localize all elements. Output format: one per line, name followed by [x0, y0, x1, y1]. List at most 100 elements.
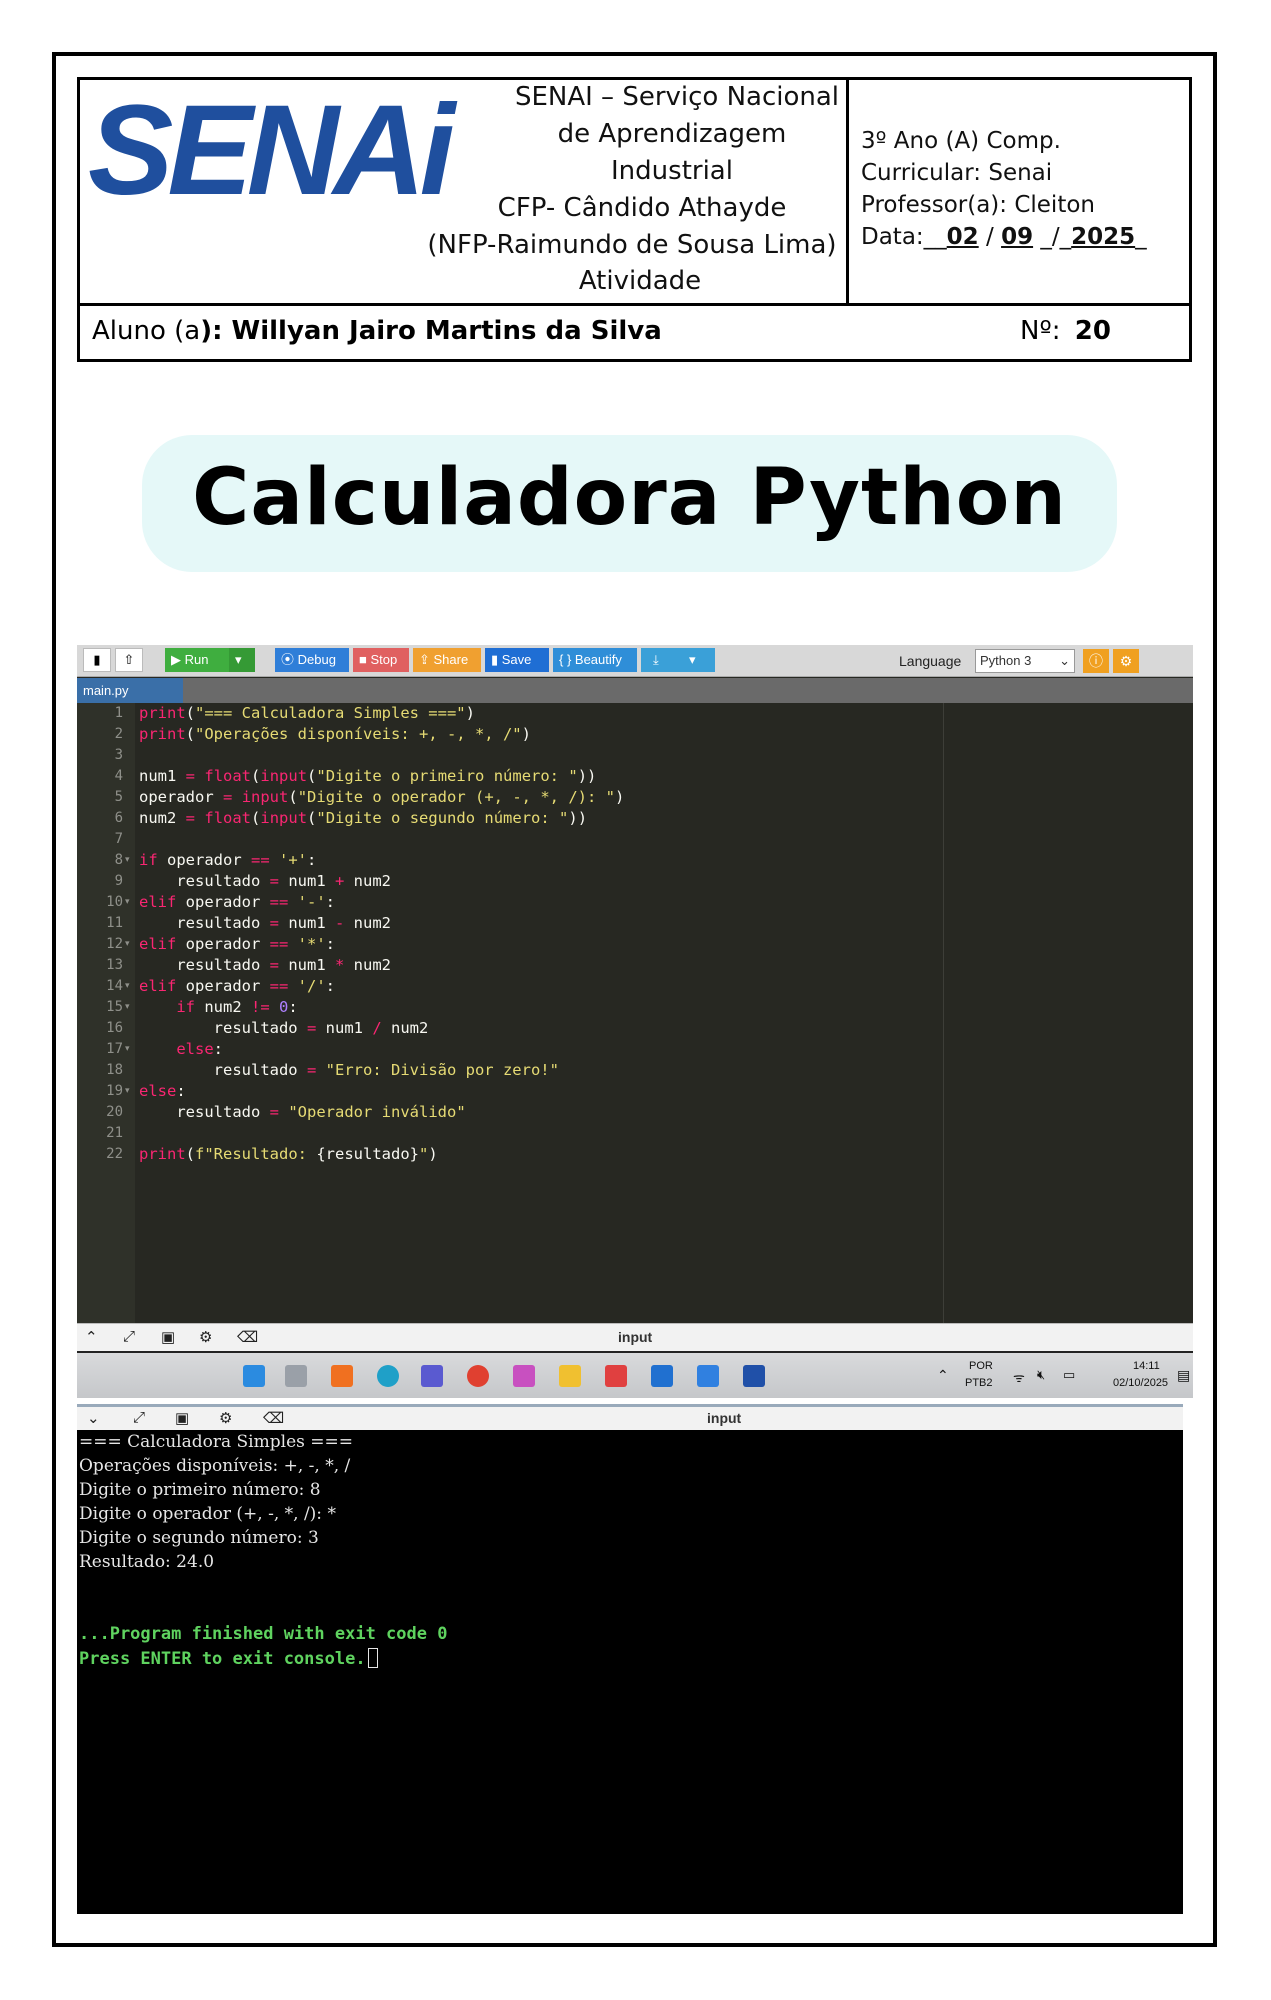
- battery-icon[interactable]: ▭: [1063, 1367, 1075, 1383]
- pdf-icon[interactable]: [605, 1365, 627, 1387]
- save-button[interactable]: ▮ Save: [485, 648, 549, 672]
- code-line: resultado = "Erro: Divisão por zero!": [139, 1061, 559, 1079]
- input-label: input: [707, 1410, 742, 1426]
- institution-line-3: Industrial: [611, 156, 733, 186]
- word-icon[interactable]: [743, 1365, 765, 1387]
- institution-line-2: de Aprendizagem: [557, 119, 787, 149]
- tab-main-py[interactable]: main.py: [77, 678, 183, 703]
- expand-icon[interactable]: ⤢: [123, 1328, 135, 1345]
- download-chevron-down-icon[interactable]: ▾: [677, 648, 715, 672]
- new-file-icon[interactable]: ▮: [83, 648, 111, 672]
- student-number: Nº: 20: [1020, 316, 1111, 346]
- code-line: else:: [139, 1082, 186, 1100]
- task-view-icon[interactable]: [285, 1365, 307, 1387]
- clock-date[interactable]: 02/10/2025: [1113, 1377, 1168, 1389]
- code-line: elif operador == '-':: [139, 893, 336, 911]
- logo-text: SENAi: [88, 88, 458, 204]
- header-left-cell: SENAi SENAI – Serviço Nacional de Aprend…: [80, 80, 849, 303]
- panel-icon[interactable]: ▣: [175, 1409, 189, 1427]
- language-select[interactable]: Python 3 ⌄: [975, 649, 1075, 673]
- panel-icon[interactable]: ▣: [161, 1328, 175, 1346]
- clear-icon[interactable]: ⌫: [237, 1328, 258, 1346]
- code-line: if num2 != 0:: [176, 998, 298, 1016]
- code-line: print("Operações disponíveis: +, -, *, /…: [139, 725, 531, 743]
- console-line: Digite o primeiro número: 8: [79, 1480, 321, 1500]
- windows-start-icon[interactable]: [243, 1365, 265, 1387]
- debug-button[interactable]: ⦿ Debug: [275, 648, 349, 672]
- page-title: Calculadora Python: [192, 453, 1067, 543]
- info-icon[interactable]: ⓘ: [1083, 649, 1109, 673]
- code-line: resultado = num1 * num2: [139, 956, 392, 974]
- clock-time[interactable]: 14:11: [1133, 1360, 1160, 1372]
- code-line: print("=== Calculadora Simples ==="): [139, 704, 475, 722]
- expand-icon[interactable]: ⤢: [133, 1409, 145, 1426]
- date-year: 2025: [1071, 224, 1136, 250]
- code-line: elif operador == '/':: [139, 977, 336, 995]
- date-separator: /: [978, 224, 1002, 250]
- chevron-up-icon[interactable]: ⌃: [937, 1367, 949, 1384]
- chrome-icon[interactable]: [467, 1365, 489, 1387]
- clear-icon[interactable]: ⌫: [263, 1409, 284, 1427]
- notification-icon[interactable]: ▤: [1177, 1367, 1190, 1384]
- chevron-up-icon[interactable]: ⌃: [85, 1328, 98, 1346]
- language-label: Language: [899, 653, 962, 669]
- wifi-icon[interactable]: ᯤ: [1013, 1368, 1025, 1386]
- copilot-icon[interactable]: [513, 1365, 535, 1387]
- exit-code-line: ...Program finished with exit code 0: [79, 1624, 448, 1644]
- code-line: resultado = num1 + num2: [139, 872, 392, 890]
- code-line: elif operador == '*':: [139, 935, 336, 953]
- senai-logo: SENAi: [88, 88, 464, 204]
- gear-icon[interactable]: ⚙: [219, 1409, 232, 1427]
- institution-line-6: Atividade: [578, 266, 702, 296]
- student-name: ): Willyan Jairo Martins da Silva: [200, 316, 662, 346]
- code-line: resultado = "Operador inválido": [139, 1103, 466, 1121]
- console-line: Digite o operador (+, -, *, /): *: [79, 1504, 336, 1524]
- chevron-down-icon: ⌄: [1059, 653, 1070, 668]
- share-button[interactable]: ⇪ Share: [413, 648, 481, 672]
- console-line: Digite o segundo número: 3: [79, 1528, 319, 1548]
- code-line: operador = input("Digite o operador (+, …: [139, 788, 625, 806]
- console-panel-header: ⌃ ⤢ ▣ ⚙ ⌫ input: [77, 1323, 1193, 1351]
- print-margin-line: [943, 703, 944, 1323]
- curricular-line: Curricular: Senai: [861, 160, 1053, 186]
- console-line: Resultado: 24.0: [79, 1552, 215, 1572]
- keyboard-language[interactable]: POR: [969, 1360, 993, 1372]
- input-label: input: [618, 1329, 653, 1345]
- upload-icon[interactable]: ⇧: [115, 648, 143, 672]
- gear-icon[interactable]: ⚙: [1113, 649, 1139, 673]
- number-value: 20: [1074, 316, 1111, 346]
- app-icon[interactable]: [331, 1365, 353, 1387]
- download-icon[interactable]: ⤓: [641, 648, 677, 672]
- notepad-icon[interactable]: [697, 1365, 719, 1387]
- volume-muted-icon[interactable]: 🔇︎: [1037, 1367, 1045, 1383]
- teams-icon[interactable]: [421, 1365, 443, 1387]
- stop-button[interactable]: ■ Stop: [353, 648, 409, 672]
- code-line: else:: [176, 1040, 223, 1058]
- run-dropdown-chevron-down-icon[interactable]: ▾: [229, 648, 255, 672]
- student-field: Aluno (a): Willyan Jairo Martins da Silv…: [92, 316, 662, 346]
- console-header: ⌄ ⤢ ▣ ⚙ ⌫ input: [77, 1404, 1183, 1430]
- date-tail: _: [1135, 224, 1147, 250]
- press-enter-line[interactable]: Press ENTER to exit console.: [79, 1648, 378, 1669]
- institution-line-4: CFP- Cândido Athayde: [497, 193, 787, 223]
- code-line: resultado = num1 / num2: [139, 1019, 429, 1037]
- press-enter-text: Press ENTER to exit console.: [79, 1649, 366, 1669]
- gear-icon[interactable]: ⚙: [199, 1328, 212, 1346]
- edge-icon[interactable]: [377, 1365, 399, 1387]
- cursor-icon: [367, 1648, 378, 1668]
- code-line: num2 = float(input("Digite o segundo núm…: [139, 809, 588, 827]
- vscode-icon[interactable]: [651, 1365, 673, 1387]
- code-line: resultado = num1 - num2: [139, 914, 392, 932]
- file-explorer-icon[interactable]: [559, 1365, 581, 1387]
- date-separator: _/_: [1033, 224, 1072, 250]
- ide-toolbar: ▮ ⇧ ▶ Run ▾ ⦿ Debug ■ Stop ⇪ Share ▮ Sav…: [77, 645, 1193, 677]
- keyboard-layout[interactable]: PTB2: [965, 1377, 993, 1389]
- date-month: 09: [1001, 224, 1034, 250]
- header-right-cell: 3º Ano (A) Comp. Curricular: Senai Profe…: [849, 80, 1189, 303]
- student-row: Aluno (a): Willyan Jairo Martins da Silv…: [80, 303, 1189, 359]
- run-button[interactable]: ▶ Run: [165, 648, 229, 672]
- beautify-button[interactable]: { } Beautify: [553, 648, 637, 672]
- chevron-down-icon[interactable]: ⌄: [87, 1409, 100, 1427]
- file-tab-bar: main.py: [77, 678, 1193, 703]
- date-day: 02: [946, 224, 979, 250]
